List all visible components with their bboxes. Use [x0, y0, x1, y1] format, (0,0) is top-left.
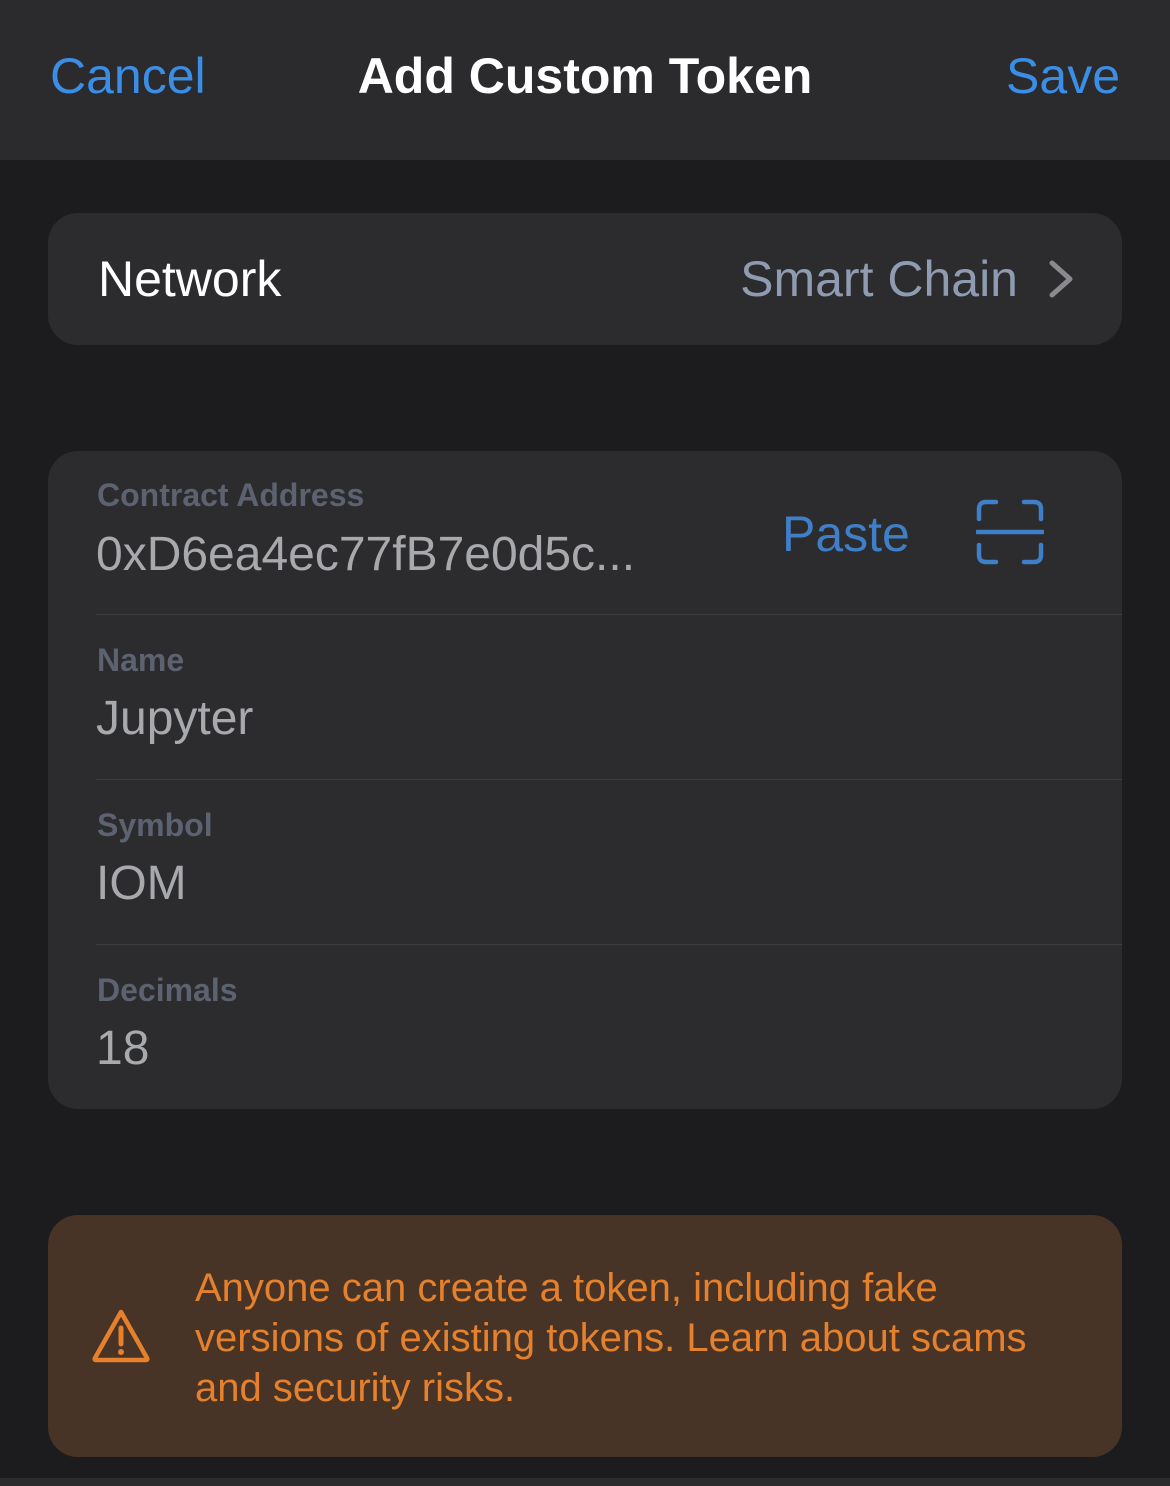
- symbol-label: Symbol: [97, 807, 213, 843]
- decimals-value[interactable]: 18: [96, 1021, 149, 1077]
- name-value[interactable]: Jupyter: [96, 691, 253, 747]
- bottom-edge: [0, 1478, 1170, 1486]
- chevron-right-icon: [1049, 260, 1073, 298]
- network-selector[interactable]: Network Smart Chain: [48, 213, 1122, 345]
- network-value: Smart Chain: [740, 251, 1018, 307]
- symbol-value[interactable]: IOM: [96, 856, 187, 912]
- add-custom-token-screen: Cancel Add Custom Token Save Network Sma…: [0, 0, 1170, 1486]
- page-title: Add Custom Token: [357, 48, 813, 104]
- token-details-form: Contract Address 0xD6ea4ec77fB7e0d5c... …: [48, 451, 1122, 1109]
- warning-text: Anyone can create a token, including fak…: [195, 1266, 1027, 1410]
- decimals-label: Decimals: [97, 972, 238, 1008]
- qr-scan-icon[interactable]: [976, 499, 1044, 565]
- paste-button[interactable]: Paste: [782, 506, 910, 562]
- scam-warning-banner[interactable]: Anyone can create a token, including fak…: [48, 1215, 1122, 1457]
- name-field[interactable]: Name Jupyter: [48, 615, 1122, 780]
- network-label: Network: [98, 251, 282, 307]
- warning-triangle-icon: [92, 1309, 150, 1363]
- contract-address-field[interactable]: Contract Address 0xD6ea4ec77fB7e0d5c... …: [48, 451, 1122, 616]
- save-button[interactable]: Save: [1006, 48, 1120, 104]
- contract-address-label: Contract Address: [97, 477, 365, 513]
- symbol-field[interactable]: Symbol IOM: [48, 780, 1122, 945]
- name-label: Name: [97, 642, 185, 678]
- contract-address-value[interactable]: 0xD6ea4ec77fB7e0d5c...: [96, 527, 635, 583]
- decimals-field[interactable]: Decimals 18: [48, 945, 1122, 1110]
- navigation-bar: Cancel Add Custom Token Save: [0, 0, 1170, 160]
